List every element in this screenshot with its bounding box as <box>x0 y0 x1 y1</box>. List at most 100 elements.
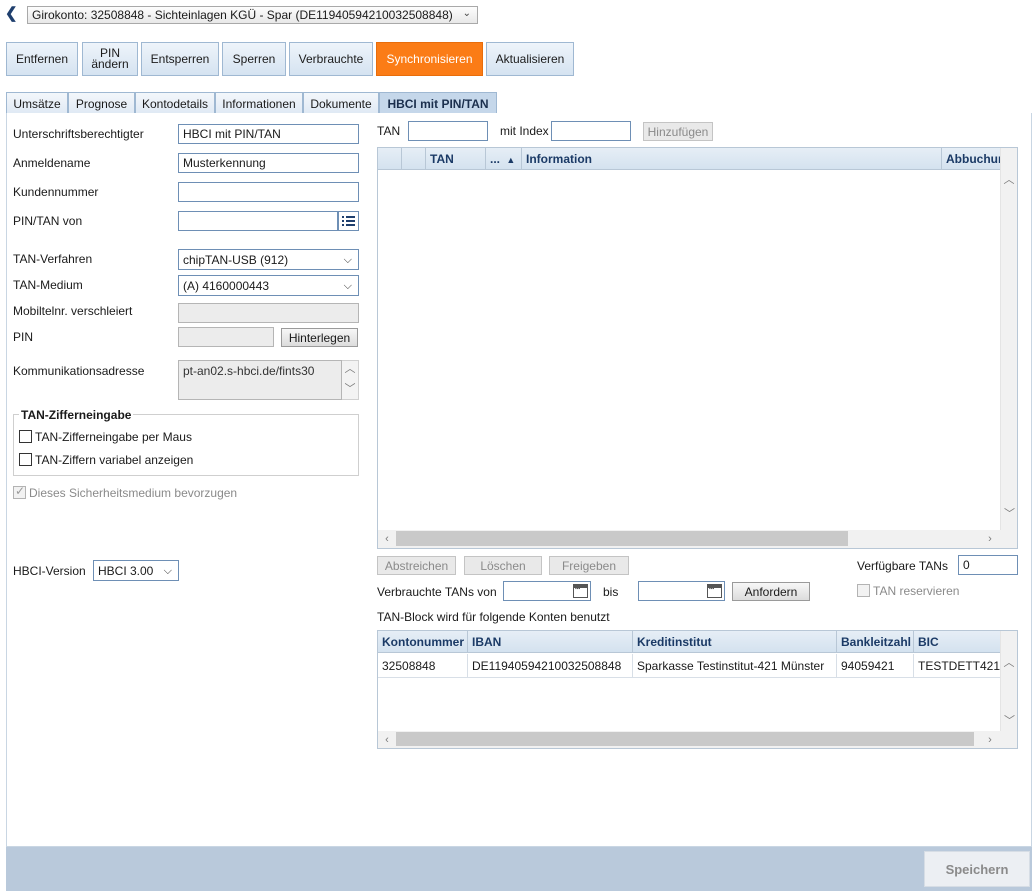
footer-bar <box>6 847 1032 891</box>
index-input[interactable] <box>551 121 631 141</box>
table-row[interactable]: 32508848 DE11940594210032508848 Sparkass… <box>378 654 1000 678</box>
pin-input <box>178 327 274 347</box>
loeschen-button[interactable]: Löschen <box>464 556 542 575</box>
pin-aendern-button[interactable]: PIN ändern <box>82 42 138 76</box>
kommunikation-scrollbar[interactable]: ︿ ﹀ <box>342 360 359 400</box>
check-variabel-label[interactable]: TAN-Ziffern variabel anzeigen <box>35 453 193 467</box>
verbrauchte-bis-date[interactable] <box>638 581 725 601</box>
pintan-von-label: PIN/TAN von <box>13 214 83 228</box>
unterschrift-input[interactable]: HBCI mit PIN/TAN <box>178 124 359 144</box>
cell-kreditinstitut: Sparkasse Testinstitut-421 Münster <box>633 654 837 678</box>
chevron-down-icon: ⌄ <box>462 8 471 19</box>
header-kontonummer[interactable]: Kontonummer <box>378 631 468 653</box>
aktualisieren-button[interactable]: Aktualisieren <box>486 42 574 76</box>
header-information[interactable]: Information <box>522 148 942 170</box>
tan-verfahren-value: chipTAN-USB (912) <box>183 253 289 267</box>
header-tan[interactable]: TAN <box>426 148 486 170</box>
pin-label: PIN <box>13 330 34 344</box>
tan-grid-hscroll[interactable]: ‹ › <box>378 530 1017 548</box>
hscroll-thumb[interactable] <box>396 531 848 546</box>
tan-medium-value: (A) 4160000443 <box>183 279 270 293</box>
back-arrow-icon[interactable]: ❮ <box>5 6 19 22</box>
chevron-down-icon: ⌵ <box>343 280 352 292</box>
anmeldename-input[interactable]: Musterkennung <box>178 153 359 173</box>
scroll-down-icon[interactable]: ﹀ <box>1001 508 1018 520</box>
tan-grid-vscroll[interactable]: ︿ ﹀ <box>1000 148 1017 548</box>
check-maus-checkbox[interactable] <box>19 430 32 443</box>
abstreichen-label: Abstreichen <box>384 558 449 573</box>
speichern-button[interactable]: Speichern <box>924 851 1030 887</box>
tan-verfahren-select[interactable]: chipTAN-USB (912) ⌵ <box>178 249 359 270</box>
speichern-label: Speichern <box>945 861 1009 877</box>
header-kreditinstitut[interactable]: Kreditinstitut <box>633 631 837 653</box>
entfernen-label: Entfernen <box>15 51 69 66</box>
freigeben-button[interactable]: Freigeben <box>549 556 629 575</box>
header-abbuchung[interactable]: Abbuchur <box>942 148 1000 170</box>
header-dots[interactable]: ... ▲ <box>486 148 522 170</box>
hinterlegen-button[interactable]: Hinterlegen <box>281 328 358 347</box>
check-maus-label[interactable]: TAN-Zifferneingabe per Maus <box>35 430 192 444</box>
hscroll-thumb[interactable] <box>396 732 974 746</box>
verbrauchte-button[interactable]: Verbrauchte <box>289 42 373 76</box>
scroll-left-icon[interactable]: ‹ <box>381 734 393 746</box>
group-title: TAN-Zifferneingabe <box>19 408 134 422</box>
entfernen-button[interactable]: Entfernen <box>6 42 78 76</box>
header-marker-2 <box>402 148 426 170</box>
tab-umsaetze[interactable]: Umsätze <box>6 92 68 114</box>
anfordern-button[interactable]: Anfordern <box>732 582 810 601</box>
header-iban[interactable]: IBAN <box>468 631 633 653</box>
tan-grid: TAN ... ▲ Information Abbuchur ︿ ﹀ ‹ › <box>377 147 1018 549</box>
kommunikation-label: Kommunikationsadresse <box>13 364 145 378</box>
konten-grid-hscroll[interactable]: ‹ › <box>378 731 1017 748</box>
chevron-down-icon: ⌵ <box>163 565 172 577</box>
scroll-up-icon[interactable]: ︿ <box>1001 174 1017 186</box>
scroll-right-icon[interactable]: › <box>984 533 996 545</box>
hbci-version-label: HBCI-Version <box>13 564 86 578</box>
header-bic[interactable]: BIC <box>914 631 1000 653</box>
tab-umsaetze-label: Umsätze <box>13 96 61 111</box>
scroll-up-icon[interactable]: ︿ <box>1001 657 1017 669</box>
verbrauchte-von-date[interactable] <box>503 581 591 601</box>
header-dots-label: ... <box>490 152 501 166</box>
entsperren-button[interactable]: Entsperren <box>141 42 219 76</box>
calendar-icon[interactable] <box>573 584 588 598</box>
tab-prognose[interactable]: Prognose <box>68 92 135 114</box>
tab-kontodetails-label: Kontodetails <box>141 96 209 111</box>
mobilnr-input <box>178 303 359 323</box>
freigeben-label: Freigeben <box>561 558 617 573</box>
kundennummer-input[interactable] <box>178 182 359 202</box>
calendar-icon[interactable] <box>707 584 722 598</box>
check-variabel-checkbox[interactable] <box>19 453 32 466</box>
list-picker-icon[interactable] <box>338 211 359 231</box>
scroll-left-icon[interactable]: ‹ <box>381 533 393 545</box>
tab-kontodetails[interactable]: Kontodetails <box>135 92 215 114</box>
tab-informationen[interactable]: Informationen <box>215 92 303 114</box>
cell-iban: DE11940594210032508848 <box>468 654 633 678</box>
synchronisieren-button[interactable]: Synchronisieren <box>376 42 483 76</box>
cell-kontonummer: 32508848 <box>378 654 468 678</box>
scroll-right-icon[interactable]: › <box>984 734 996 746</box>
scroll-down-icon[interactable]: ﹀ <box>342 383 358 395</box>
tan-medium-select[interactable]: (A) 4160000443 ⌵ <box>178 275 359 296</box>
verfuegbare-label: Verfügbare TANs <box>857 559 948 573</box>
tan-label: TAN <box>377 124 401 138</box>
tan-input[interactable] <box>408 121 488 141</box>
verbrauchte-label: Verbrauchte <box>298 51 364 66</box>
header-bankleitzahl[interactable]: Bankleitzahl <box>837 631 914 653</box>
konten-grid: Kontonummer IBAN Kreditinstitut Bankleit… <box>377 630 1018 749</box>
cell-bankleitzahl: 94059421 <box>837 654 914 678</box>
pin-aendern-label-line2: ändern <box>91 57 129 71</box>
hbci-version-select[interactable]: HBCI 3.00 ⌵ <box>93 560 179 581</box>
scroll-down-icon[interactable]: ﹀ <box>1001 715 1018 727</box>
sperren-button[interactable]: Sperren <box>222 42 286 76</box>
scroll-up-icon[interactable]: ︿ <box>342 363 358 375</box>
tab-prognose-label: Prognose <box>75 96 128 111</box>
chevron-down-icon: ⌵ <box>343 254 352 266</box>
tab-dokumente[interactable]: Dokumente <box>303 92 379 114</box>
account-selector[interactable]: Girokonto: 32508848 - Sichteinlagen KGÜ … <box>27 6 478 24</box>
hinzufuegen-button[interactable]: Hinzufügen <box>643 122 713 141</box>
synchronisieren-label: Synchronisieren <box>386 51 473 66</box>
abstreichen-button[interactable]: Abstreichen <box>377 556 456 575</box>
pintan-von-input[interactable] <box>178 211 338 231</box>
tab-hbci[interactable]: HBCI mit PIN/TAN <box>379 92 497 115</box>
